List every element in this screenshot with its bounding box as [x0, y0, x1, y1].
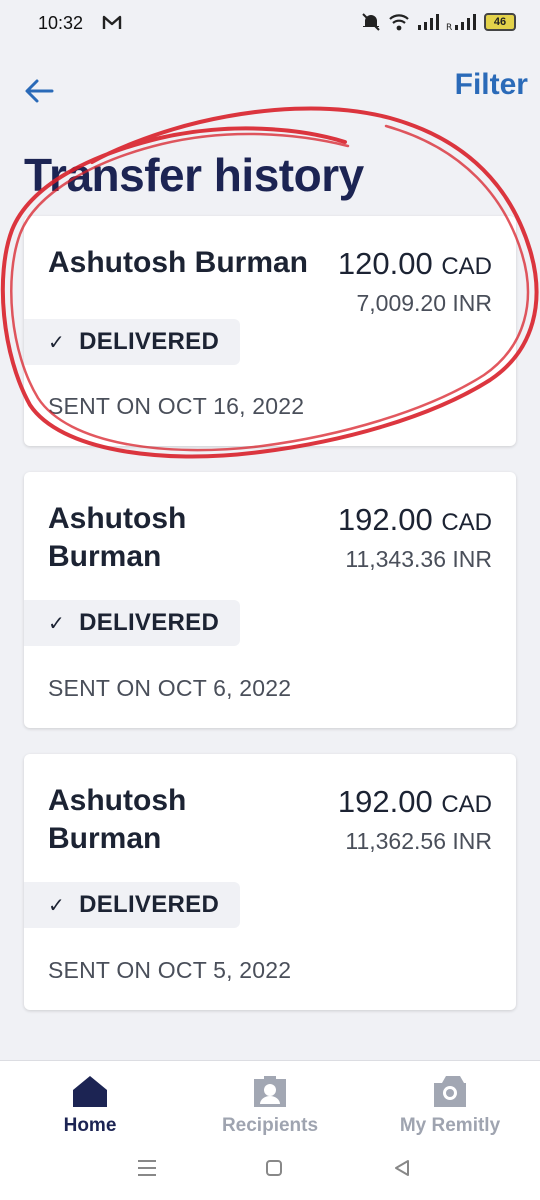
send-amount: 192.00 CAD	[338, 784, 492, 820]
transfer-card[interactable]: Ashutosh Burman 192.00 CAD 11,343.36 INR…	[24, 472, 516, 728]
receive-amount: 7,009.20 INR	[356, 290, 492, 316]
transfer-card[interactable]: Ashutosh Burman 192.00 CAD 11,362.56 INR…	[24, 754, 516, 1010]
my-remitly-icon	[434, 1076, 466, 1107]
status-badge: ✓ DELIVERED	[24, 600, 240, 646]
back-arrow-icon[interactable]	[22, 74, 56, 108]
mute-icon	[362, 13, 380, 31]
recipient-name: Ashutosh Burman	[48, 784, 187, 855]
status-label: DELIVERED	[79, 891, 220, 918]
check-icon: ✓	[48, 894, 66, 917]
check-icon: ✓	[48, 331, 66, 354]
back-triangle-icon[interactable]	[392, 1158, 412, 1178]
recipient-name: Ashutosh Burman	[48, 502, 187, 573]
system-navigation-bar	[0, 1140, 540, 1200]
signal-icon	[418, 14, 439, 30]
send-amount-value: 120.00	[337, 246, 433, 281]
status-icons: R 46	[360, 12, 516, 32]
sent-date: SENT ON OCT 5, 2022	[48, 957, 292, 983]
send-currency: CAD	[441, 509, 492, 536]
receive-amount: 11,343.36 INR	[345, 546, 492, 572]
sent-date: SENT ON OCT 6, 2022	[48, 675, 292, 701]
battery-icon: 46	[484, 13, 516, 31]
filter-button[interactable]: Filter	[455, 68, 528, 102]
send-currency: CAD	[441, 791, 492, 818]
page-title: Transfer history	[24, 149, 364, 201]
home-square-icon[interactable]	[264, 1158, 284, 1178]
roaming-signal-icon: R	[446, 14, 476, 32]
nav-my-remitly[interactable]: My Remitly	[360, 1061, 540, 1141]
recipient-name: Ashutosh Burman	[48, 246, 309, 279]
recipients-icon	[254, 1076, 286, 1107]
home-icon	[73, 1076, 107, 1107]
sent-date: SENT ON OCT 16, 2022	[48, 393, 305, 419]
send-amount-value: 192.00	[337, 502, 433, 537]
send-currency: CAD	[441, 253, 492, 280]
nav-my-remitly-label: My Remitly	[399, 1115, 501, 1136]
status-label: DELIVERED	[79, 328, 220, 355]
status-label: DELIVERED	[79, 609, 220, 636]
send-amount-value: 192.00	[337, 784, 433, 819]
gmail-icon	[102, 15, 122, 29]
wifi-icon	[389, 14, 409, 31]
nav-recipients-label: Recipients	[221, 1115, 319, 1136]
status-badge: ✓ DELIVERED	[24, 882, 240, 928]
receive-amount: 11,362.56 INR	[345, 828, 492, 854]
send-amount: 120.00 CAD	[338, 246, 492, 282]
check-icon: ✓	[48, 612, 66, 635]
status-badge: ✓ DELIVERED	[24, 319, 240, 365]
nav-home-label: Home	[63, 1115, 117, 1136]
bottom-nav: Home Recipients My Remitly	[0, 1060, 540, 1141]
status-bar: 10:32 R 46	[0, 0, 540, 48]
status-time: 10:32	[38, 13, 84, 33]
transfer-card[interactable]: Ashutosh Burman 120.00 CAD 7,009.20 INR …	[24, 216, 516, 446]
menu-icon[interactable]	[136, 1158, 158, 1178]
nav-home[interactable]: Home	[0, 1061, 180, 1141]
nav-recipients[interactable]: Recipients	[180, 1061, 360, 1141]
svg-text:R: R	[446, 23, 452, 32]
send-amount: 192.00 CAD	[338, 502, 492, 538]
